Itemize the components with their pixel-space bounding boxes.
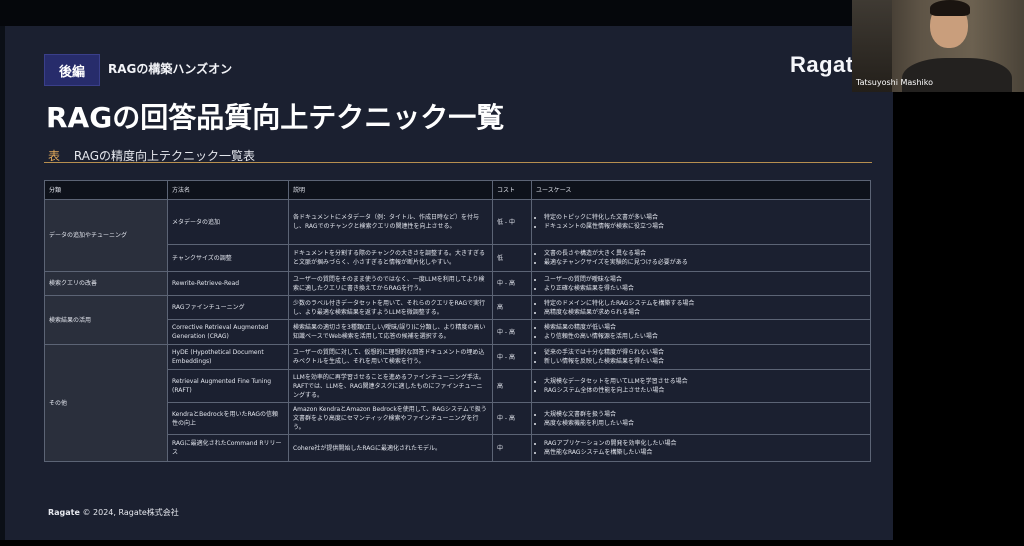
header-usecase: ユースケース xyxy=(531,180,871,200)
usecase-item: 大規模な文書群を扱う場合 xyxy=(544,410,866,419)
header-method: 方法名 xyxy=(167,180,289,200)
cost-cell: 高 xyxy=(492,369,532,403)
header-cost: コスト xyxy=(492,180,532,200)
usecase-cell: 大規模なデータセットを用いてLLMを学習させる場合 RAGシステム全体の性能を向… xyxy=(531,369,871,403)
usecase-cell: 大規模な文書群を扱う場合 高度な検索機能を利用したい場合 xyxy=(531,402,871,435)
usecase-item: ユーザーの質問が曖昧な場合 xyxy=(544,275,866,284)
method-cell: Retrieval Augmented Fine Tuning (RAFT) xyxy=(167,369,289,403)
usecase-cell: 検索結果の精度が低い場合 より信頼性の高い情報源を活用したい場合 xyxy=(531,319,871,345)
usecase-item: 新しい情報を反映した検索結果を得たい場合 xyxy=(544,357,866,366)
header-category: 分類 xyxy=(44,180,168,200)
usecase-cell: 文書の長さや構造が大きく異なる場合 最適なチャンクサイズを実験的に見つける必要が… xyxy=(531,244,871,272)
description-cell: 少数のラベル付きデータセットを用いて、それらのクエリをRAGで実行し、より最適な… xyxy=(288,295,493,320)
usecase-cell: ユーザーの質問が曖昧な場合 より正確な検索結果を得たい場合 xyxy=(531,271,871,296)
usecase-item: 高精度な検索結果が求められる場合 xyxy=(544,308,866,317)
cost-cell: 中 xyxy=(492,434,532,462)
usecase-item: 最適なチャンクサイズを実験的に見つける必要がある xyxy=(544,258,866,267)
technique-table: 分類 方法名 説明 コスト ユースケース データの追加やチューニング メタデータ… xyxy=(44,180,871,462)
usecase-item: 検索結果の精度が低い場合 xyxy=(544,323,866,332)
right-margin xyxy=(893,26,1024,546)
usecase-cell: 特定のトピックに特化した文書が多い場合 ドキュメントの属性情報が検索に役立つ場合 xyxy=(531,199,871,245)
cost-cell: 中 - 高 xyxy=(492,344,532,370)
usecase-cell: 特定のドメインに特化したRAGシステムを構築する場合 高精度な検索結果が求められ… xyxy=(531,295,871,320)
usecase-item: 高性能なRAGシステムを構築したい場合 xyxy=(544,448,866,457)
usecase-item: 特定のトピックに特化した文書が多い場合 xyxy=(544,213,866,222)
usecase-item: 高度な検索機能を利用したい場合 xyxy=(544,419,866,428)
usecase-item: 従来の手法では十分な精度が得られない場合 xyxy=(544,348,866,357)
table-caption-label: 表 xyxy=(48,149,61,163)
cost-cell: 低 - 中 xyxy=(492,199,532,245)
usecase-item: ドキュメントの属性情報が検索に役立つ場合 xyxy=(544,222,866,231)
cost-cell: 中 - 高 xyxy=(492,319,532,345)
usecase-item: RAGアプリケーションの開発を効率化したい場合 xyxy=(544,439,866,448)
section-subtitle: RAGの構築ハンズオン xyxy=(108,62,233,76)
table-header-row: 分類 方法名 説明 コスト ユースケース xyxy=(44,180,871,200)
cost-cell: 高 xyxy=(492,295,532,320)
description-cell: 各ドキュメントにメタデータ（例：タイトル、作成日時など）を付与し、RAGでのチャ… xyxy=(288,199,493,245)
table-row: チャンクサイズの調整 ドキュメントを分割する際のチャンクの大きさを調整する。大き… xyxy=(45,244,871,272)
description-cell: ユーザーの質問に対して、仮想的に理想的な回答ドキュメントの埋め込みベクトルを生成… xyxy=(288,344,493,370)
method-cell: RAGに最適化されたCommand Rリリース xyxy=(167,434,289,462)
slide-footer: Ragate © 2024, Ragate株式会社 xyxy=(48,507,179,518)
table-row: 検索クエリの改善 Rewrite-Retrieve-Read ユーザーの質問をそ… xyxy=(44,271,871,296)
table-row: RAGに最適化されたCommand Rリリース Cohere社が提供開始したRA… xyxy=(45,434,871,462)
table-row: Corrective Retrieval Augmented Generatio… xyxy=(45,319,871,345)
category-cell: 検索結果の活用 xyxy=(44,295,168,345)
caption-divider xyxy=(44,162,872,163)
table-row: Retrieval Augmented Fine Tuning (RAFT) L… xyxy=(45,369,871,403)
bottom-margin xyxy=(0,540,1024,546)
description-cell: 検索結果の適切さを3種類(正しい/曖昧/誤り)に分類し、より精度の高い知識ベース… xyxy=(288,319,493,345)
header-description: 説明 xyxy=(288,180,493,200)
method-cell: HyDE (Hypothetical Document Embeddings) xyxy=(167,344,289,370)
table-row: データの追加やチューニング メタデータの追加 各ドキュメントにメタデータ（例：タ… xyxy=(44,199,871,272)
usecase-item: より信頼性の高い情報源を活用したい場合 xyxy=(544,332,866,341)
cost-cell: 低 xyxy=(492,244,532,272)
cost-cell: 中 - 高 xyxy=(492,402,532,435)
slide-title: RAGの回答品質向上テクニック一覧 xyxy=(46,101,505,134)
table-row: 検索結果の活用 RAGファインチューニング 少数のラベル付きデータセットを用いて… xyxy=(44,295,871,345)
participant-name: Tatsuyoshi Mashiko xyxy=(856,78,933,87)
description-cell: ドキュメントを分割する際のチャンクの大きさを調整する。大きすぎると文脈が掴みづら… xyxy=(288,244,493,272)
usecase-cell: 従来の手法では十分な精度が得られない場合 新しい情報を反映した検索結果を得たい場… xyxy=(531,344,871,370)
description-cell: LLMを効率的に再学習させることを進めるファインチューニング手法。RAFTでは、… xyxy=(288,369,493,403)
footer-copyright: © 2024, Ragate株式会社 xyxy=(82,508,179,517)
category-cell: データの追加やチューニング xyxy=(44,199,168,272)
usecase-item: 文書の長さや構造が大きく異なる場合 xyxy=(544,249,866,258)
method-cell: KendraとBedrockを用いたRAGの信頼性の向上 xyxy=(167,402,289,435)
webcam-thumbnail[interactable]: Tatsuyoshi Mashiko xyxy=(852,0,1024,92)
table-caption-text: RAGの精度向上テクニック一覧表 xyxy=(73,149,255,163)
webcam-person-hair xyxy=(930,0,970,16)
usecase-item: より正確な検索結果を得たい場合 xyxy=(544,284,866,293)
method-cell: メタデータの追加 xyxy=(167,199,289,245)
usecase-cell: RAGアプリケーションの開発を効率化したい場合 高性能なRAGシステムを構築した… xyxy=(531,434,871,462)
method-cell: チャンクサイズの調整 xyxy=(167,244,289,272)
usecase-item: RAGシステム全体の性能を向上させたい場合 xyxy=(544,386,866,395)
description-cell: Cohere社が提供開始したRAGに最適化されたモデル。 xyxy=(288,434,493,462)
table-row: その他 HyDE (Hypothetical Document Embeddin… xyxy=(44,344,871,462)
description-cell: Amazon KendraとAmazon Bedrockを使用して、RAGシステ… xyxy=(288,402,493,435)
category-cell: その他 xyxy=(44,344,168,462)
method-cell: RAGファインチューニング xyxy=(167,295,289,320)
usecase-item: 特定のドメインに特化したRAGシステムを構築する場合 xyxy=(544,299,866,308)
method-cell: Corrective Retrieval Augmented Generatio… xyxy=(167,319,289,345)
table-row: KendraとBedrockを用いたRAGの信頼性の向上 Amazon Kend… xyxy=(45,402,871,435)
section-tag: 後編 xyxy=(44,54,101,86)
cost-cell: 中 - 高 xyxy=(492,271,532,296)
usecase-item: 大規模なデータセットを用いてLLMを学習させる場合 xyxy=(544,377,866,386)
footer-brand: Ragate xyxy=(48,508,80,517)
category-cell: 検索クエリの改善 xyxy=(44,271,168,296)
method-cell: Rewrite-Retrieve-Read xyxy=(167,271,289,296)
description-cell: ユーザーの質問をそのまま使うのではなく、一度LLMを利用してより検索に適したクエ… xyxy=(288,271,493,296)
